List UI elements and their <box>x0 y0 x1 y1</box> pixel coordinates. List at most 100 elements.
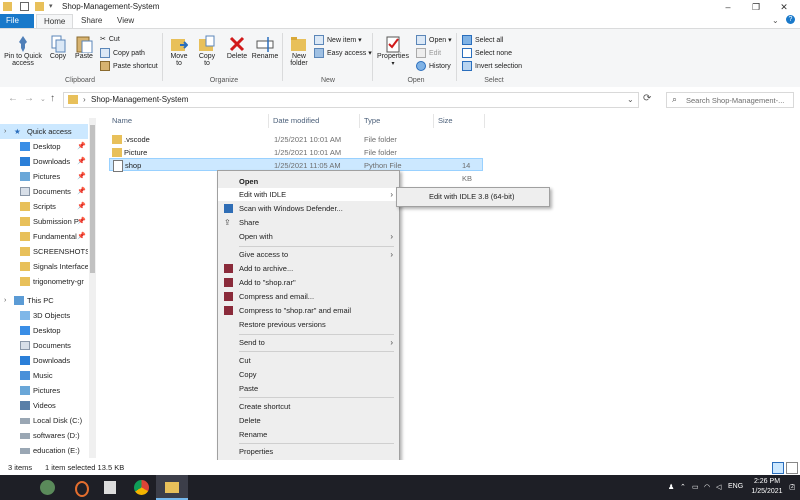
file-row[interactable]: .vscode 1/25/2021 10:01 AM File folder <box>109 133 483 146</box>
menu-item-defender[interactable]: Scan with Windows Defender... <box>218 202 399 215</box>
expand-chevron-icon[interactable]: › <box>4 293 6 308</box>
nav-fundamental[interactable]: Fundamental 📌 <box>0 229 88 244</box>
easy-access-button[interactable]: Easy access ▾ <box>314 48 372 58</box>
nav-submission[interactable]: Submission P 📌 <box>0 214 88 229</box>
paste-button[interactable]: Paste <box>72 35 96 60</box>
open-button[interactable]: Open ▾ <box>416 35 452 45</box>
nav-quick-access[interactable]: › ★ Quick access <box>0 124 88 139</box>
move-to-button[interactable]: Move to <box>166 35 192 67</box>
nav-scripts[interactable]: Scripts 📌 <box>0 199 88 214</box>
menu-item-edit-idle[interactable]: Edit with IDLE › <box>218 188 399 201</box>
tray-battery-icon[interactable]: ▭ <box>692 483 699 491</box>
tab-share[interactable]: Share <box>74 14 109 28</box>
nav-scrollbar-thumb[interactable] <box>90 125 95 273</box>
help-icon[interactable]: ? <box>786 15 795 24</box>
menu-item-add-rar[interactable]: Add to "shop.rar" <box>218 276 399 289</box>
taskbar-app-jupyter-icon[interactable] <box>64 475 96 500</box>
properties-icon[interactable] <box>20 2 29 11</box>
breadcrumb[interactable]: Shop-Management-System <box>91 95 188 104</box>
customize-toolbar-icon[interactable]: ▾ <box>49 2 53 10</box>
column-header-size[interactable]: Size <box>438 116 453 125</box>
details-view-icon[interactable] <box>772 462 784 474</box>
nav-music[interactable]: Music <box>0 368 88 383</box>
search-input[interactable]: ⌕ Search Shop-Management-... <box>666 92 794 108</box>
paste-shortcut-button[interactable]: Paste shortcut <box>100 61 158 71</box>
nav-education-e[interactable]: education (E:) <box>0 443 88 458</box>
menu-item-copy[interactable]: Copy <box>218 368 399 381</box>
new-item-button[interactable]: New item ▾ <box>314 35 362 45</box>
menu-item-open[interactable]: Open <box>218 175 399 188</box>
tray-volume-icon[interactable]: ◁ <box>716 483 721 491</box>
new-folder-icon[interactable] <box>35 2 44 11</box>
nav-videos[interactable]: Videos <box>0 398 88 413</box>
menu-item-send-to[interactable]: Send to › <box>218 336 399 349</box>
taskbar-app-file-explorer-icon[interactable] <box>156 475 188 500</box>
column-header-type[interactable]: Type <box>364 116 380 125</box>
column-divider[interactable] <box>484 114 485 128</box>
tab-view[interactable]: View <box>110 14 141 28</box>
taskbar-app-chrome-icon[interactable] <box>126 475 158 500</box>
minimize-button[interactable]: – <box>714 0 742 14</box>
menu-item-properties[interactable]: Properties <box>218 445 399 458</box>
column-header-date[interactable]: Date modified <box>273 116 319 125</box>
nav-documents[interactable]: Documents <box>0 338 88 353</box>
tab-file[interactable]: File <box>0 14 34 28</box>
recent-locations-icon[interactable]: ⌄ <box>40 95 46 103</box>
new-folder-button[interactable]: New folder <box>286 35 312 67</box>
taskbar-app-editor-icon[interactable] <box>94 475 126 500</box>
nav-pictures-pinned[interactable]: Pictures 📌 <box>0 169 88 184</box>
nav-desktop-pinned[interactable]: Desktop 📌 <box>0 139 88 154</box>
tab-home[interactable]: Home <box>36 14 74 28</box>
nav-trigonometry[interactable]: trigonometry-gr <box>0 274 88 289</box>
invert-selection-button[interactable]: Invert selection <box>462 61 522 71</box>
menu-item-add-archive[interactable]: Add to archive... <box>218 262 399 275</box>
menu-item-give-access[interactable]: Give access to › <box>218 248 399 261</box>
column-header-name[interactable]: Name <box>112 116 132 125</box>
tray-time[interactable]: 2:26 PM <box>750 478 784 485</box>
column-divider[interactable] <box>359 114 360 128</box>
up-icon[interactable]: ↑ <box>50 93 55 104</box>
menu-item-paste[interactable]: Paste <box>218 382 399 395</box>
nav-downloads[interactable]: Downloads <box>0 353 88 368</box>
nav-documents-pinned[interactable]: Documents 📌 <box>0 184 88 199</box>
copy-path-button[interactable]: Copy path <box>100 48 145 58</box>
nav-softwares-d[interactable]: softwares (D:) <box>0 428 88 443</box>
menu-item-rename[interactable]: Rename <box>218 428 399 441</box>
column-divider[interactable] <box>268 114 269 128</box>
nav-desktop[interactable]: Desktop <box>0 323 88 338</box>
taskbar-app-python-icon[interactable] <box>32 475 64 500</box>
nav-downloads-pinned[interactable]: Downloads 📌 <box>0 154 88 169</box>
forward-icon[interactable]: → <box>24 93 34 104</box>
tray-arrow-up-icon[interactable]: ⌃ <box>680 483 686 491</box>
menu-item-share[interactable]: ⇪ Share <box>218 216 399 229</box>
menu-item-cut[interactable]: Cut <box>218 354 399 367</box>
properties-button[interactable]: Properties ▾ <box>376 35 410 67</box>
menu-item-open-with[interactable]: Open with › <box>218 230 399 243</box>
menu-item-create-shortcut[interactable]: Create shortcut <box>218 400 399 413</box>
column-divider[interactable] <box>433 114 434 128</box>
cut-button[interactable]: ✂ Cut <box>100 35 120 43</box>
nav-this-pc[interactable]: › This PC <box>0 293 88 308</box>
nav-screenshots[interactable]: SCREENSHOTS <box>0 244 88 259</box>
menu-item-restore[interactable]: Restore previous versions <box>218 318 399 331</box>
nav-signals-interface[interactable]: Signals Interface <box>0 259 88 274</box>
address-bar[interactable]: › Shop-Management-System ⌄ <box>63 92 639 108</box>
start-button[interactable] <box>0 475 32 500</box>
history-button[interactable]: History <box>416 61 451 71</box>
copy-to-button[interactable]: Copy to <box>194 35 220 67</box>
menu-item-compress-email[interactable]: Compress and email... <box>218 290 399 303</box>
pin-quick-access-button[interactable]: Pin to Quick access <box>2 35 44 67</box>
delete-button[interactable]: Delete <box>224 35 250 60</box>
address-dropdown-icon[interactable]: ⌄ <box>627 95 634 104</box>
copy-button[interactable]: Copy <box>46 35 70 60</box>
expand-chevron-icon[interactable]: › <box>4 124 6 139</box>
nav-3d-objects[interactable]: 3D Objects <box>0 308 88 323</box>
nav-pictures[interactable]: Pictures <box>0 383 88 398</box>
maximize-button[interactable]: ❐ <box>742 0 770 14</box>
menu-item-edit-idle-38[interactable]: Edit with IDLE 3.8 (64-bit) <box>397 190 549 203</box>
tray-language[interactable]: ENG <box>728 483 743 490</box>
select-none-button[interactable]: Select none <box>462 48 512 58</box>
large-icons-view-icon[interactable] <box>786 462 798 474</box>
expand-ribbon-icon[interactable]: ⌄ <box>772 16 779 25</box>
edit-button[interactable]: Edit <box>416 48 441 58</box>
